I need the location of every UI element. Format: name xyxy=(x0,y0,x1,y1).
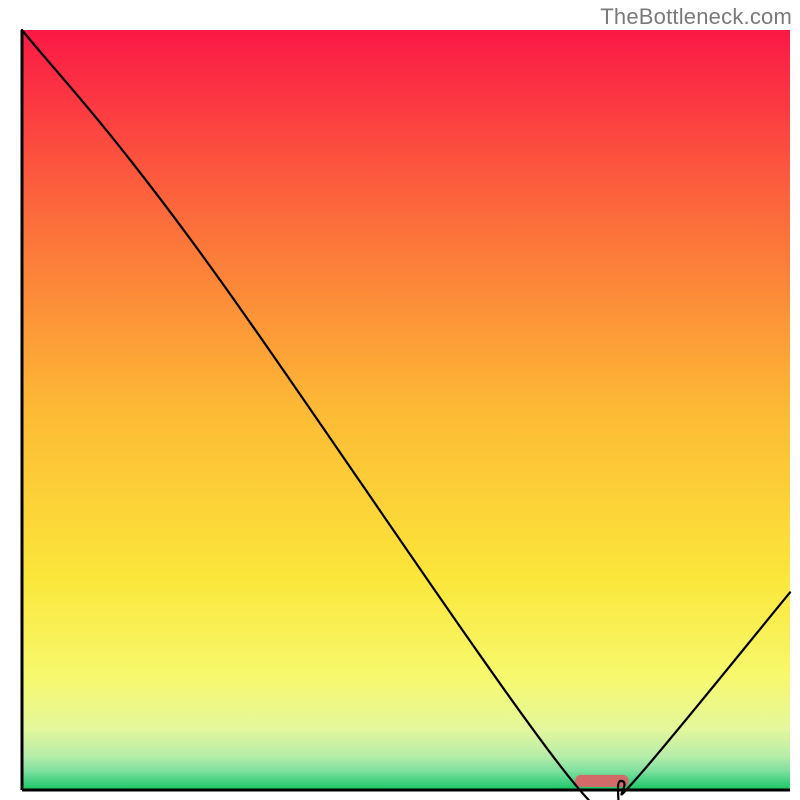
bottleneck-curve-chart xyxy=(0,0,800,800)
plot-background xyxy=(22,30,790,790)
chart-wrap: TheBottleneck.com xyxy=(0,0,800,800)
watermark-label: TheBottleneck.com xyxy=(600,4,792,30)
